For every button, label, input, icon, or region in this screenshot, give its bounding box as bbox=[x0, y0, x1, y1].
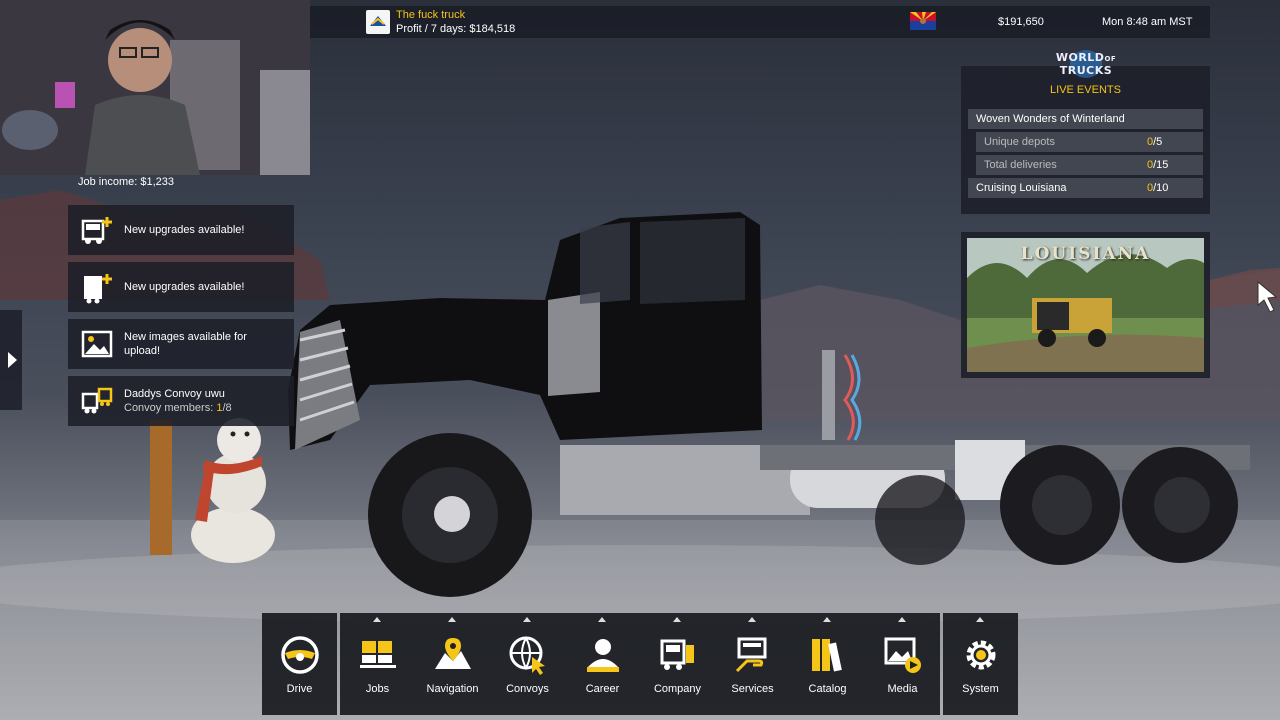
menu-label: Jobs bbox=[365, 683, 390, 695]
image-icon bbox=[80, 327, 114, 361]
event-title: Cruising Louisiana bbox=[976, 182, 1067, 194]
notification-text: New images available for upload! bbox=[124, 331, 247, 357]
expand-caret-icon bbox=[976, 617, 984, 622]
notification-upgrades-truck[interactable]: New upgrades available! bbox=[68, 205, 294, 255]
menu-label: Company bbox=[653, 683, 702, 695]
expand-caret-icon bbox=[823, 617, 831, 622]
convoy-name: Daddys Convoy uwu bbox=[124, 388, 225, 400]
event-cruising-louisiana[interactable]: Cruising Louisiana 0/10 bbox=[968, 178, 1203, 198]
menu-company-button[interactable]: Company bbox=[640, 613, 715, 715]
event-woven-wonders[interactable]: Woven Wonders of Winterland bbox=[968, 109, 1203, 129]
menu-label: Services bbox=[731, 683, 774, 695]
menu-label: Drive bbox=[286, 683, 313, 695]
main-menu-dock: Jobs Navigation Convoys Career Company S… bbox=[340, 613, 940, 715]
event-unique-depots[interactable]: Unique depots 0/5 bbox=[976, 132, 1203, 152]
books-icon bbox=[812, 639, 842, 672]
webcam-overlay bbox=[0, 0, 310, 175]
logo-word-1: WORLD bbox=[1055, 51, 1105, 64]
convoy-icon bbox=[80, 384, 114, 418]
game-clock: Mon 8:48 am MST bbox=[1102, 16, 1193, 28]
expand-caret-icon bbox=[898, 617, 906, 622]
steering-wheel-icon bbox=[281, 636, 319, 674]
menu-label: Navigation bbox=[426, 683, 479, 695]
event-progress-total: /5 bbox=[1153, 136, 1163, 148]
top-status-bar: The fuck truck Profit / 7 days: $184,518… bbox=[310, 6, 1210, 38]
louisiana-promo-banner[interactable]: LOUISIANA bbox=[961, 232, 1210, 378]
notification-convoy[interactable]: Daddys Convoy uwu Convoy members: 1/8 bbox=[68, 376, 294, 426]
promo-title: LOUISIANA bbox=[1020, 244, 1151, 264]
event-total-deliveries[interactable]: Total deliveries 0/15 bbox=[976, 155, 1203, 175]
event-title: Total deliveries bbox=[984, 159, 1057, 171]
menu-label: System bbox=[962, 683, 999, 695]
media-icon bbox=[884, 637, 921, 673]
person-icon bbox=[587, 639, 619, 672]
gear-icon bbox=[966, 640, 996, 670]
job-income: Job income: $1,233 bbox=[78, 176, 174, 188]
menu-label: Career bbox=[585, 683, 620, 695]
job-income-value: $1,233 bbox=[140, 176, 175, 188]
menu-media-button[interactable]: Media bbox=[865, 613, 940, 715]
menu-career-button[interactable]: Career bbox=[565, 613, 640, 715]
menu-label: Media bbox=[887, 683, 918, 695]
live-events-panel: WORLDOF TRUCKS LIVE EVENTS Woven Wonders … bbox=[961, 50, 1210, 214]
expand-caret-icon bbox=[448, 617, 456, 622]
world-of-trucks-logo[interactable]: WORLDOF TRUCKS bbox=[1036, 46, 1136, 82]
expand-caret-icon bbox=[673, 617, 681, 622]
live-events-heading: LIVE EVENTS bbox=[1050, 84, 1121, 96]
jobs-icon bbox=[360, 641, 396, 668]
menu-system-button[interactable]: System bbox=[943, 613, 1018, 715]
menu-jobs-button[interactable]: Jobs bbox=[340, 613, 415, 715]
expand-caret-icon bbox=[523, 617, 531, 622]
event-title: Woven Wonders of Winterland bbox=[976, 113, 1125, 125]
event-progress-total: /10 bbox=[1153, 182, 1169, 194]
menu-label: Convoys bbox=[506, 683, 549, 695]
menu-label: Catalog bbox=[808, 683, 847, 695]
event-progress-total: /15 bbox=[1153, 159, 1169, 171]
system-dock: System bbox=[943, 613, 1018, 715]
notification-text: New upgrades available! bbox=[124, 224, 245, 236]
convoy-members: Convoy members: 1/8 bbox=[124, 401, 232, 415]
profit-summary: Profit / 7 days: $184,518 bbox=[396, 23, 516, 35]
event-title: Unique depots bbox=[984, 136, 1055, 148]
menu-catalog-button[interactable]: Catalog bbox=[790, 613, 865, 715]
menu-drive-button[interactable]: Drive bbox=[262, 613, 337, 715]
expand-caret-icon bbox=[373, 617, 381, 622]
convoy-members-total: /8 bbox=[222, 402, 232, 414]
expand-caret-icon bbox=[598, 617, 606, 622]
logo-word-of: OF bbox=[1104, 55, 1117, 63]
convoy-members-label: Convoy members: bbox=[124, 402, 217, 414]
money-balance: $191,650 bbox=[998, 16, 1044, 28]
services-icon bbox=[735, 637, 767, 673]
state-flag-icon bbox=[910, 12, 936, 30]
company-name: The fuck truck bbox=[396, 9, 466, 21]
logo-word-2: TRUCKS bbox=[1059, 64, 1113, 77]
job-income-label: Job income: bbox=[78, 176, 138, 188]
notification-text: New upgrades available! bbox=[124, 281, 245, 293]
globe-cursor-icon bbox=[509, 636, 545, 675]
company-truck-icon bbox=[660, 639, 694, 670]
trailer-plus-icon bbox=[80, 270, 114, 304]
menu-convoys-button[interactable]: Convoys bbox=[490, 613, 565, 715]
menu-services-button[interactable]: Services bbox=[715, 613, 790, 715]
drive-dock: Drive bbox=[262, 613, 337, 715]
notification-images[interactable]: New images available for upload! bbox=[68, 319, 294, 369]
map-pin-icon bbox=[435, 638, 471, 669]
truck-plus-icon bbox=[80, 213, 114, 247]
menu-navigation-button[interactable]: Navigation bbox=[415, 613, 490, 715]
company-logo-icon[interactable] bbox=[366, 10, 390, 34]
expand-caret-icon bbox=[748, 617, 756, 622]
notification-upgrades-trailer[interactable]: New upgrades available! bbox=[68, 262, 294, 312]
